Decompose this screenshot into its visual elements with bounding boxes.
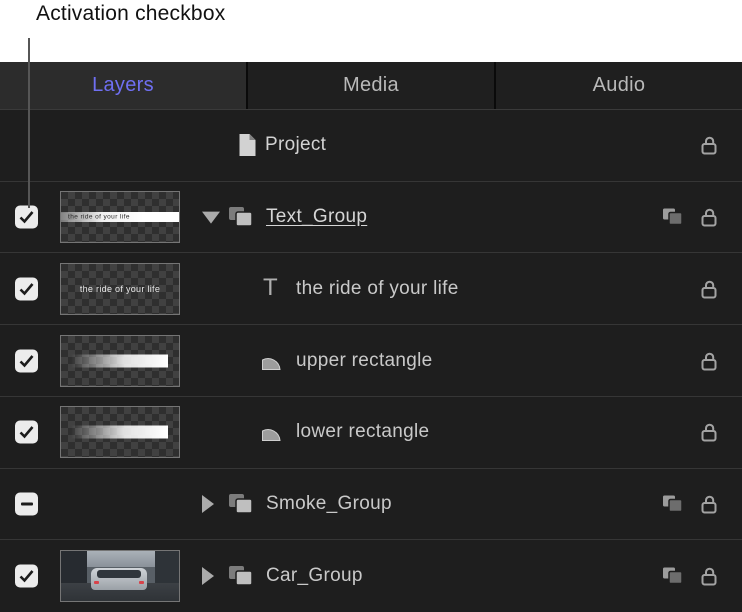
row-text-layer[interactable]: the ride of your life T the ride of your… bbox=[0, 253, 742, 325]
group-icon bbox=[228, 206, 254, 228]
row-project[interactable]: Project bbox=[0, 110, 742, 182]
disclosure-triangle[interactable] bbox=[202, 212, 220, 224]
activation-checkbox[interactable] bbox=[15, 349, 38, 372]
lock-icon[interactable] bbox=[698, 206, 721, 229]
group-layers-icon[interactable] bbox=[662, 494, 684, 513]
lock-icon[interactable] bbox=[698, 492, 721, 515]
layers-panel: Layers Media Audio Project bbox=[0, 62, 742, 612]
row-upper-rectangle[interactable]: upper rectangle bbox=[0, 325, 742, 397]
layer-thumbnail[interactable]: the ride of your life bbox=[60, 263, 180, 315]
activation-checkbox[interactable] bbox=[15, 564, 38, 587]
lock-icon[interactable] bbox=[698, 277, 721, 300]
tab-media[interactable]: Media bbox=[248, 62, 496, 109]
shape-icon bbox=[260, 351, 282, 371]
layer-thumbnail[interactable]: the ride of your life bbox=[60, 191, 180, 243]
layer-name[interactable]: the ride of your life bbox=[296, 278, 459, 300]
layer-name[interactable]: upper rectangle bbox=[296, 350, 433, 372]
layer-thumbnail[interactable] bbox=[60, 335, 180, 387]
row-smoke-group[interactable]: Smoke_Group bbox=[0, 469, 742, 541]
activation-checkbox[interactable] bbox=[15, 421, 38, 444]
disclosure-triangle[interactable] bbox=[202, 495, 214, 513]
group-layers-icon[interactable] bbox=[662, 208, 684, 227]
lock-icon[interactable] bbox=[698, 349, 721, 372]
layer-name[interactable]: Text_Group bbox=[266, 206, 367, 228]
text-layer-icon: T bbox=[263, 274, 278, 302]
project-label[interactable]: Project bbox=[265, 134, 326, 156]
group-icon bbox=[228, 565, 254, 587]
group-icon bbox=[228, 493, 254, 515]
screenshot-root: Activation checkbox Layers Media Audio P… bbox=[0, 0, 742, 612]
disclosure-triangle[interactable] bbox=[202, 567, 214, 585]
lock-icon[interactable] bbox=[698, 564, 721, 587]
tab-layers[interactable]: Layers bbox=[0, 62, 248, 109]
row-car-group[interactable]: Car_Group bbox=[0, 540, 742, 611]
callout-label: Activation checkbox bbox=[36, 2, 225, 26]
shape-icon bbox=[260, 422, 282, 442]
project-document-icon bbox=[237, 133, 258, 158]
lock-icon[interactable] bbox=[698, 421, 721, 444]
activation-checkbox[interactable] bbox=[15, 492, 38, 515]
row-lower-rectangle[interactable]: lower rectangle bbox=[0, 397, 742, 469]
group-layers-icon[interactable] bbox=[662, 566, 684, 585]
layer-thumbnail[interactable] bbox=[60, 550, 180, 602]
layer-list: Project the ride of your life bbox=[0, 110, 742, 611]
activation-checkbox[interactable] bbox=[15, 277, 38, 300]
tab-bar: Layers Media Audio bbox=[0, 62, 742, 110]
layer-name[interactable]: Smoke_Group bbox=[266, 493, 392, 515]
lock-icon[interactable] bbox=[698, 134, 721, 157]
layer-name[interactable]: lower rectangle bbox=[296, 421, 429, 443]
activation-checkbox[interactable] bbox=[15, 206, 38, 229]
row-text-group[interactable]: the ride of your life Text_Group bbox=[0, 182, 742, 254]
layer-thumbnail[interactable] bbox=[60, 406, 180, 458]
layer-name[interactable]: Car_Group bbox=[266, 565, 363, 587]
tab-audio[interactable]: Audio bbox=[496, 62, 742, 109]
callout-leader-line bbox=[28, 38, 30, 208]
